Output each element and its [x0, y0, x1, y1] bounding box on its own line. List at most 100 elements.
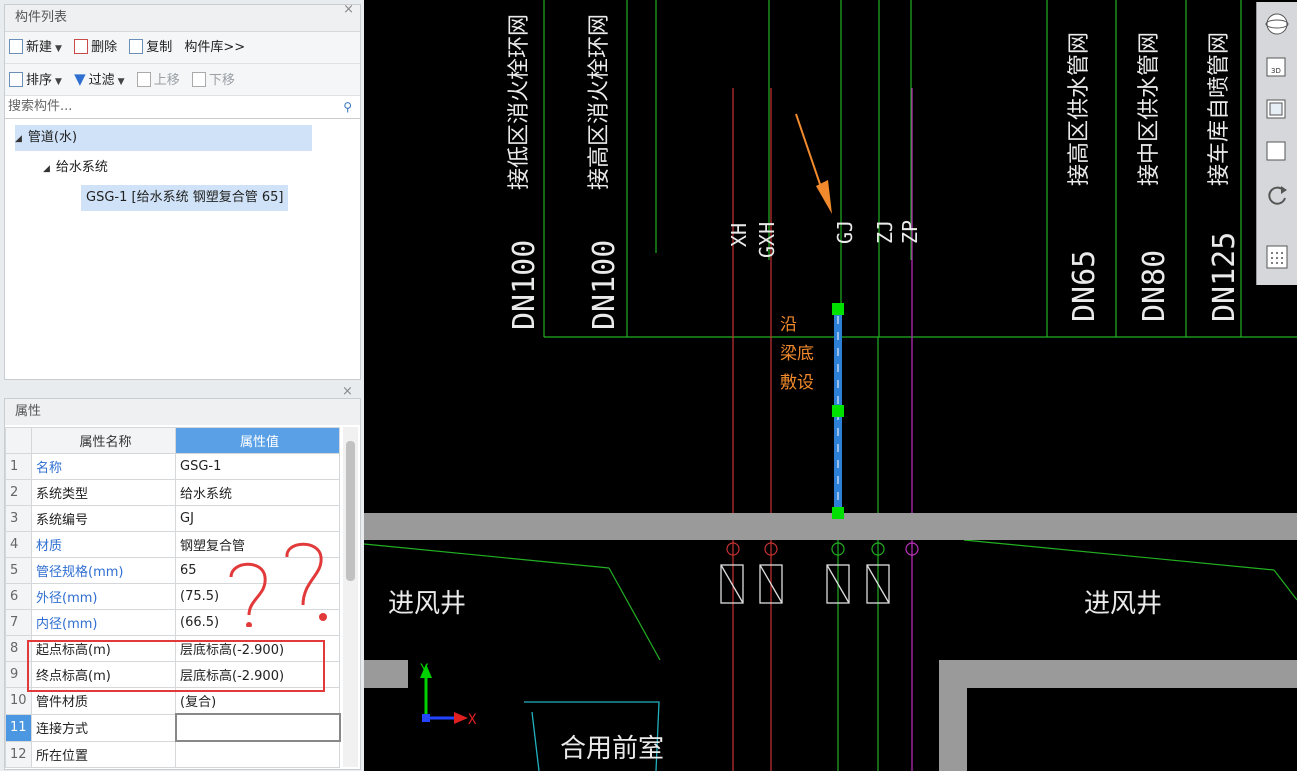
- property-name: 材质: [31, 531, 176, 558]
- move-up-icon: [136, 72, 151, 87]
- left-dock: × 构件列表 新建 ▼ 删除 复制 构件库>> 排序 ▼ ▼ 过滤 ▼ 上移 下移 搜索…: [0, 0, 364, 771]
- properties-scrollbar[interactable]: [343, 427, 358, 767]
- tree-node-water-supply[interactable]: ◢ 给水系统: [43, 155, 108, 181]
- property-row[interactable]: 2 系统类型 给水系统: [5, 479, 340, 506]
- svg-text:3D: 3D: [1271, 67, 1281, 75]
- row-number: 12: [5, 740, 32, 768]
- move-down-icon: [191, 72, 206, 87]
- new-button[interactable]: 新建 ▼: [9, 32, 62, 65]
- sort-button[interactable]: 排序 ▼: [9, 65, 62, 98]
- pipe-code: GXH: [755, 222, 779, 258]
- property-name: 外径(mm): [31, 583, 176, 610]
- dn-label: DN65: [1067, 250, 1102, 322]
- room-label: 合用前室: [560, 734, 664, 764]
- annotation-line: 梁底: [780, 344, 814, 364]
- front-view-icon[interactable]: [1265, 136, 1289, 164]
- expand-triangle-icon[interactable]: ◢: [43, 164, 50, 174]
- red-pipes: [732, 88, 772, 771]
- annotation-arrow: [795, 113, 832, 214]
- grid-icon[interactable]: [1265, 242, 1289, 270]
- chevron-down-icon: ▼: [55, 77, 62, 87]
- copy-button[interactable]: 复制: [129, 32, 172, 63]
- col-header-name: 属性名称: [31, 427, 176, 454]
- orbit-icon[interactable]: [1265, 10, 1289, 38]
- pipe-code: GJ: [833, 220, 857, 244]
- property-name: 名称: [31, 453, 176, 480]
- view-toolbar: 3D: [1256, 2, 1297, 285]
- dn-label: DN80: [1137, 250, 1172, 322]
- component-library-button[interactable]: 构件库>>: [184, 32, 245, 63]
- valve-symbols: [720, 564, 890, 604]
- property-value[interactable]: [174, 713, 341, 742]
- elevation-highlight-box: [27, 640, 325, 692]
- component-panel-title: 构件列表: [5, 5, 360, 32]
- component-toolbar-1: 新建 ▼ 删除 复制 构件库>>: [5, 32, 360, 64]
- row-number: 4: [5, 531, 32, 558]
- property-row[interactable]: 1 名称 GSG-1: [5, 453, 340, 480]
- rotate-icon[interactable]: [1265, 182, 1289, 210]
- component-list-panel: × 构件列表 新建 ▼ 删除 复制 构件库>> 排序 ▼ ▼ 过滤 ▼ 上移 下移 搜索…: [4, 2, 361, 380]
- copy-icon: [129, 39, 144, 54]
- props-corner: [5, 427, 32, 454]
- component-toolbar-2: 排序 ▼ ▼ 过滤 ▼ 上移 下移: [5, 64, 360, 96]
- property-name: 连接方式: [31, 713, 176, 742]
- pipe-code: ZP: [898, 220, 922, 244]
- tree-node-gsg-1[interactable]: GSG-1 [给水系统 钢塑复合管 65]: [81, 185, 289, 211]
- row-number: 3: [5, 505, 32, 532]
- expand-triangle-icon[interactable]: ◢: [15, 134, 22, 144]
- property-name: 管径规格(mm): [31, 557, 176, 584]
- property-value[interactable]: GJ: [175, 505, 340, 532]
- move-up-button[interactable]: 上移: [136, 65, 180, 96]
- chevron-down-icon: ▼: [55, 44, 62, 54]
- properties-title: 属性: [5, 399, 360, 425]
- row-number: 6: [5, 583, 32, 610]
- room-label: 进风井: [1084, 589, 1162, 619]
- pipe-circles-green: [831, 542, 885, 556]
- walls: [364, 660, 1297, 771]
- property-name: 所在位置: [31, 740, 176, 768]
- tree-node-pipe-water[interactable]: ◢ 管道(水): [15, 125, 312, 151]
- property-value[interactable]: [175, 740, 340, 768]
- annotation-line: 敷设: [780, 373, 814, 393]
- row-number: 11: [5, 713, 32, 742]
- search-icon[interactable]: ⚲: [343, 96, 352, 118]
- component-search-input[interactable]: 搜索构件... ⚲: [5, 96, 360, 119]
- annotation-line: 沿: [780, 315, 797, 335]
- delete-icon: [74, 39, 89, 54]
- pipe-code: XH: [727, 223, 751, 247]
- sort-icon: [9, 72, 23, 87]
- axis-x-label: X: [468, 712, 477, 728]
- property-name: 内径(mm): [31, 609, 176, 636]
- row-number: 2: [5, 479, 32, 506]
- move-down-button[interactable]: 下移: [191, 65, 235, 96]
- property-row[interactable]: 3 系统编号 GJ: [5, 505, 340, 532]
- annotation-text: 沿 梁底 敷设: [780, 315, 814, 393]
- cad-texts: 接低区消火栓环网 接高区消火栓环网 接高区供水管网 接中区供水管网 接车库自喷管…: [388, 14, 1242, 764]
- col-header-value: 属性值: [175, 427, 340, 454]
- top-view-icon[interactable]: [1265, 94, 1289, 122]
- scrollbar-thumb[interactable]: [346, 441, 355, 581]
- chevron-down-icon: ▼: [117, 77, 125, 87]
- vertical-label: 接高区消火栓环网: [587, 14, 612, 190]
- component-panel-close-icon[interactable]: ×: [343, 2, 354, 17]
- property-row[interactable]: 11 连接方式: [5, 713, 341, 742]
- cad-drawing[interactable]: 接低区消火栓环网 接高区消火栓环网 接高区供水管网 接中区供水管网 接车库自喷管…: [364, 0, 1297, 771]
- 3d-view-icon[interactable]: 3D: [1265, 52, 1289, 80]
- beam: [364, 513, 1297, 540]
- property-value[interactable]: GSG-1: [175, 453, 340, 480]
- filter-button[interactable]: ▼ 过滤 ▼: [74, 64, 124, 98]
- dn-label: DN100: [507, 240, 542, 330]
- row-number: 7: [5, 609, 32, 636]
- cad-canvas[interactable]: 接低区消火栓环网 接高区消火栓环网 接高区供水管网 接中区供水管网 接车库自喷管…: [364, 0, 1297, 771]
- properties-close-icon[interactable]: ×: [342, 384, 353, 399]
- filter-icon: ▼: [74, 70, 86, 88]
- room-label: 进风井: [388, 589, 466, 619]
- property-value[interactable]: 给水系统: [175, 479, 340, 506]
- delete-button[interactable]: 删除: [74, 32, 117, 63]
- axis-y-label: Y: [420, 662, 429, 678]
- new-icon: [9, 39, 23, 54]
- properties-panel: 属性 属性名称 属性值 1 名称 GSG-1 2 系统类型 给水系统 3 系统编号 GJ 4 材质 钢塑…: [4, 398, 361, 770]
- selected-pipe-gsg-1[interactable]: [832, 303, 844, 519]
- property-name: 系统类型: [31, 479, 176, 506]
- property-row[interactable]: 12 所在位置: [5, 740, 340, 768]
